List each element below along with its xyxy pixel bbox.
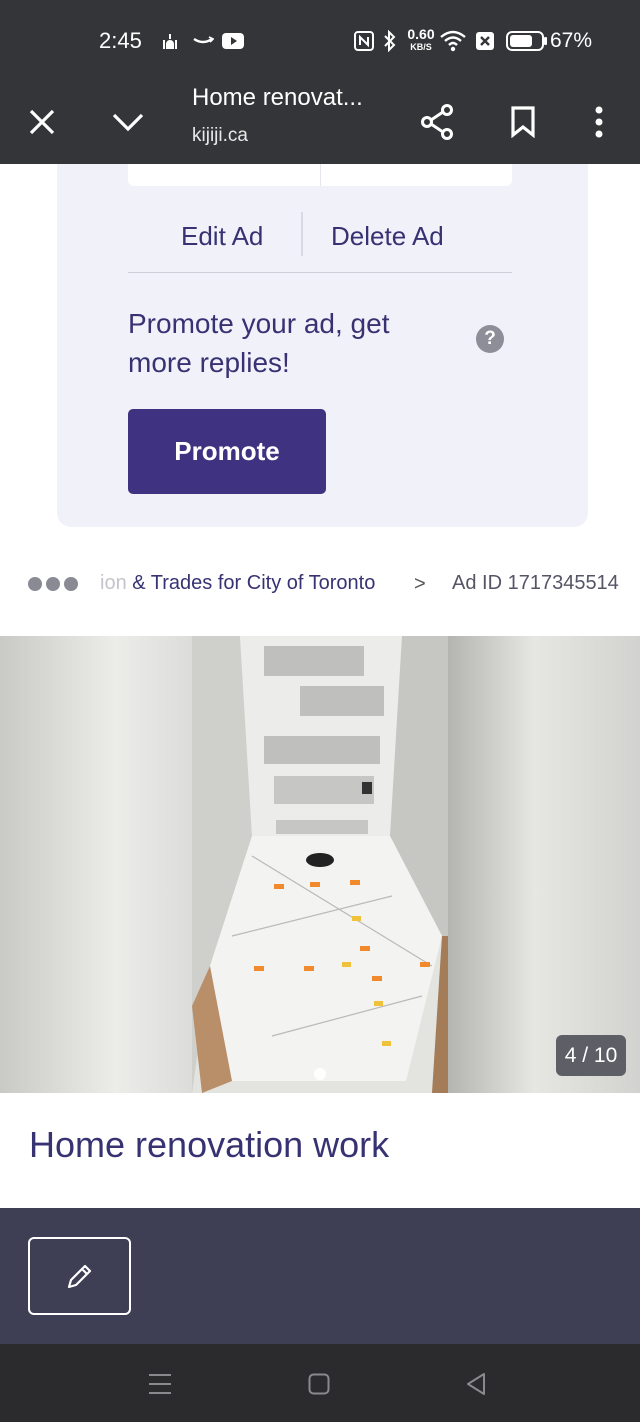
divider: [301, 212, 303, 256]
ad-management-card: Edit Ad Delete Ad Promote your ad, get m…: [57, 164, 588, 527]
promote-heading: Promote your ad, get more replies!: [128, 308, 390, 378]
menu-icon[interactable]: [142, 1368, 178, 1400]
system-navigation-bar: [0, 1344, 640, 1422]
breadcrumb-category-link[interactable]: ion & Trades for City of Toronto: [100, 572, 375, 595]
bottom-action-bar: [0, 1208, 640, 1344]
breadcrumb: ion & Trades for City of Toronto > Ad ID…: [0, 560, 640, 612]
back-icon[interactable]: [458, 1368, 494, 1400]
help-icon[interactable]: ?: [476, 325, 504, 353]
promote-button[interactable]: Promote: [128, 409, 326, 494]
close-icon[interactable]: [16, 94, 68, 150]
youtube-icon: [222, 30, 244, 52]
chevron-right-icon: >: [414, 573, 426, 595]
ad-id: Ad ID 1717345514: [452, 572, 619, 594]
wifi-icon: [440, 30, 466, 52]
delete-ad-button[interactable]: Delete Ad: [331, 210, 444, 262]
page-content: Edit Ad Delete Ad Promote your ad, get m…: [0, 164, 640, 1208]
network-speed: 0.60 KB/S: [407, 26, 435, 52]
gallery-backdrop-right: [448, 636, 640, 1093]
battery-icon: [506, 30, 548, 52]
page-url[interactable]: kijiji.ca: [192, 125, 248, 147]
chevron-down-icon[interactable]: [102, 94, 154, 150]
ad-actions: Edit Ad Delete Ad: [128, 210, 512, 262]
breadcrumb-overflow-icon[interactable]: [28, 577, 78, 591]
edit-button[interactable]: [28, 1237, 131, 1315]
status-bar: 2:45 0.60 KB/S 67%: [0, 0, 640, 84]
nfc-icon: [354, 30, 374, 52]
bluetooth-icon: [382, 30, 398, 52]
stats-box: [128, 164, 512, 186]
ad-title: Home renovation work: [29, 1124, 390, 1165]
browser-toolbar: Home renovat... kijiji.ca: [0, 84, 640, 164]
gallery-backdrop-left: [0, 636, 192, 1093]
home-icon[interactable]: [301, 1368, 337, 1400]
bookmark-icon[interactable]: [497, 94, 549, 150]
page-title[interactable]: Home renovat...: [192, 84, 363, 112]
more-vert-icon[interactable]: [573, 94, 625, 150]
listing-photo[interactable]: [192, 636, 448, 1093]
sim-off-icon: [475, 30, 495, 52]
share-icon[interactable]: [411, 94, 463, 150]
pencil-icon: [67, 1264, 91, 1289]
clock: 2:45: [99, 28, 142, 53]
battery-percent: 67%: [550, 29, 593, 52]
image-counter: 4 / 10: [556, 1035, 626, 1076]
divider: [128, 272, 512, 273]
image-gallery[interactable]: 4 / 10: [0, 636, 640, 1093]
mosque-icon: [160, 30, 180, 52]
edit-ad-button[interactable]: Edit Ad: [181, 210, 263, 262]
amazon-icon: [192, 30, 214, 52]
